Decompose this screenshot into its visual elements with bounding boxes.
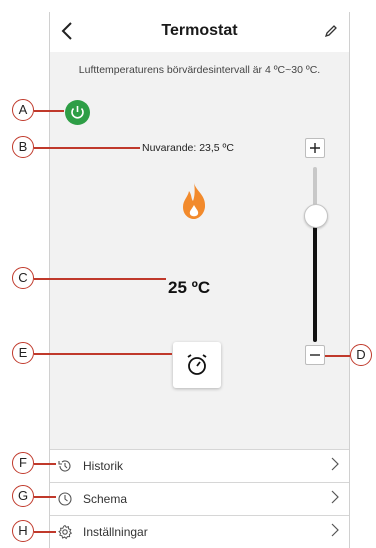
callout-line-a	[34, 110, 64, 112]
flame-icon	[178, 181, 210, 221]
chevron-right-icon	[331, 523, 339, 542]
chevron-right-icon	[331, 490, 339, 509]
callout-line-e	[34, 353, 172, 355]
slider-track-filled[interactable]	[313, 222, 317, 342]
callout-line-d	[325, 355, 350, 357]
list-item-schedule[interactable]: Schema	[50, 482, 349, 515]
list-item-label: Historik	[83, 459, 124, 473]
edit-button[interactable]	[323, 23, 339, 39]
callout-f: F	[12, 452, 34, 474]
increase-temperature-button[interactable]	[305, 138, 325, 158]
setpoint-range-info: Lufttemperaturens börvärdesintervall är …	[78, 64, 321, 76]
timer-icon	[187, 354, 207, 375]
header: Termostat	[50, 12, 349, 52]
callout-line-f	[34, 463, 56, 465]
current-temperature: Nuvarande: 23,5 ºC	[142, 142, 234, 154]
callout-g: G	[12, 485, 34, 507]
settings-list: Historik Schema Inställningar	[50, 449, 349, 548]
power-button[interactable]	[65, 100, 90, 125]
timer-button[interactable]	[173, 342, 221, 388]
temperature-slider-thumb[interactable]	[304, 204, 328, 228]
callout-line-c	[34, 278, 166, 280]
callout-a: A	[12, 99, 34, 121]
page-title: Termostat	[161, 22, 238, 39]
decrease-temperature-button[interactable]	[305, 345, 325, 365]
callout-line-g	[34, 496, 56, 498]
list-item-label: Schema	[83, 492, 128, 506]
callout-line-b	[34, 147, 140, 149]
minus-icon	[310, 354, 320, 356]
list-item-label: Inställningar	[83, 525, 148, 539]
list-item-history[interactable]: Historik	[50, 449, 349, 482]
callout-c: C	[12, 267, 34, 289]
list-item-settings[interactable]: Inställningar	[50, 515, 349, 548]
callout-line-h	[34, 531, 56, 533]
schedule-icon	[58, 492, 72, 506]
callout-e: E	[12, 342, 34, 364]
callout-h: H	[12, 520, 34, 542]
power-icon	[71, 106, 84, 119]
thermostat-screen: Termostat Lufttemperaturens börvärdesint…	[49, 12, 350, 548]
gear-icon	[58, 524, 73, 540]
callout-d: D	[350, 344, 372, 366]
history-icon	[58, 460, 71, 472]
pencil-icon	[324, 25, 337, 38]
setpoint-temperature: 25 ºC	[168, 278, 211, 297]
chevron-right-icon	[331, 457, 339, 476]
plus-icon	[310, 143, 320, 153]
callout-b: B	[12, 136, 34, 158]
